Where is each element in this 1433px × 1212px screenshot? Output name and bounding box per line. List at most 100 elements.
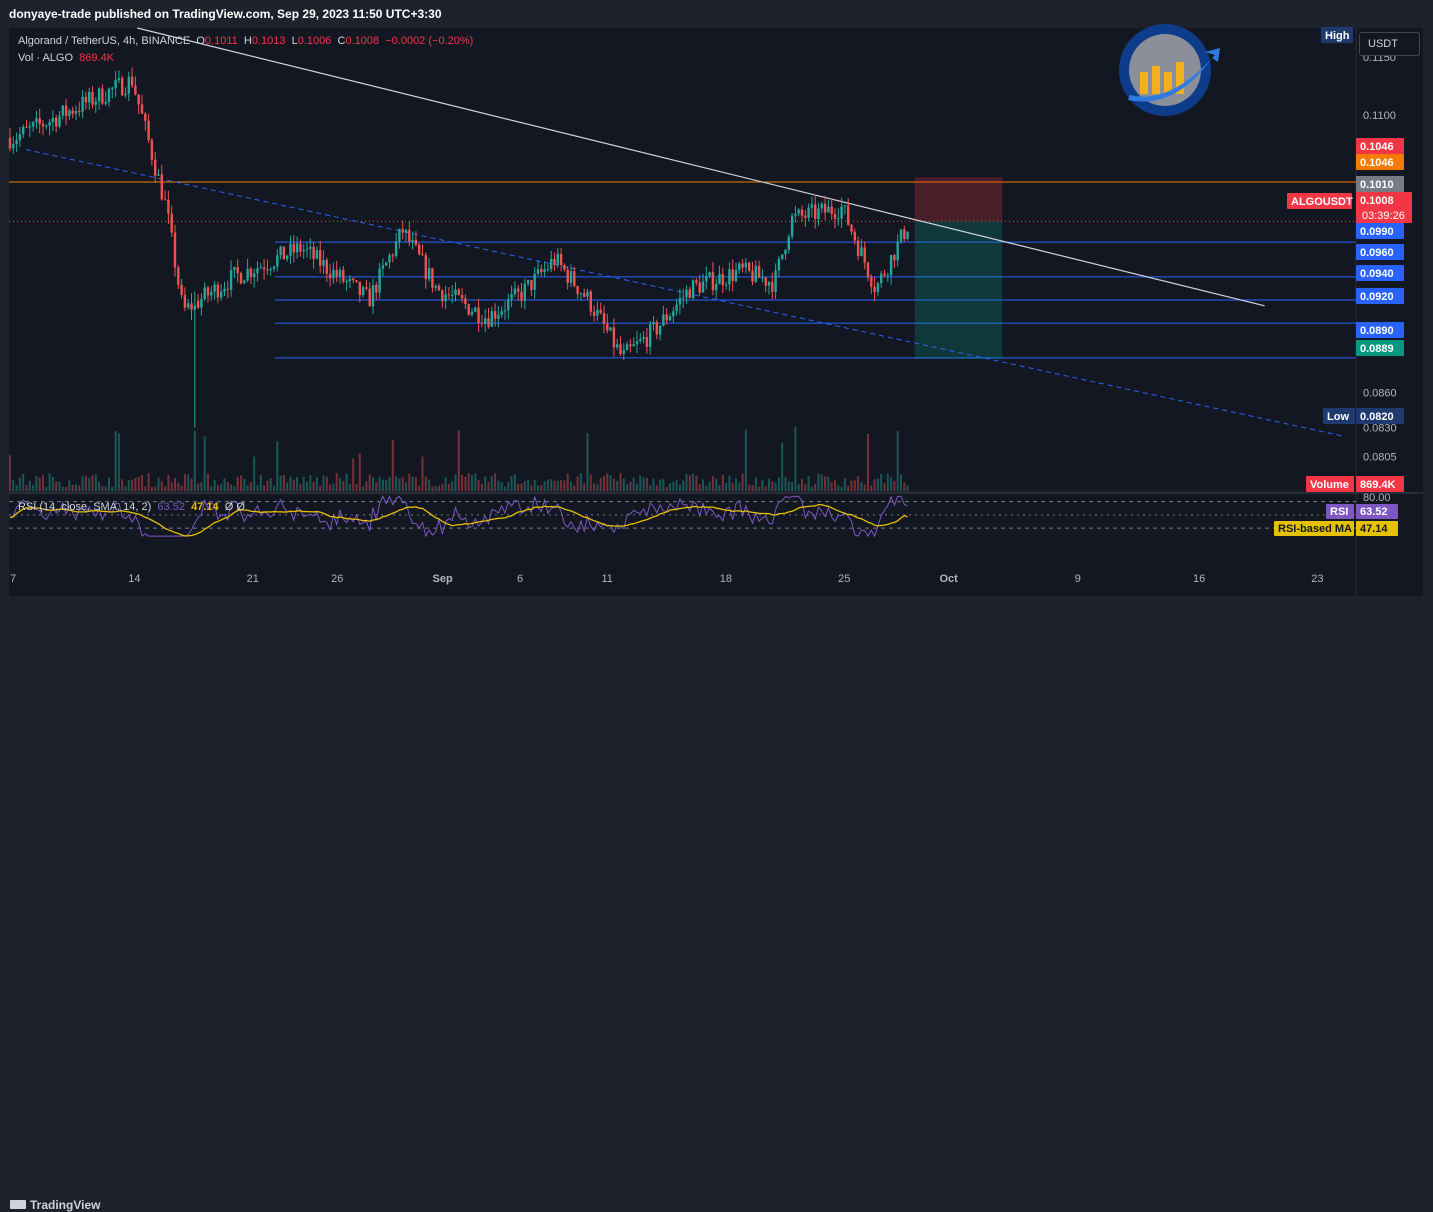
- price-label-badge: 0.1046: [1356, 154, 1404, 170]
- candle-body: [335, 269, 338, 277]
- candle-body: [81, 96, 84, 112]
- candle-body: [328, 273, 332, 279]
- volume-bar: [659, 479, 662, 491]
- candle-body: [203, 287, 206, 300]
- candle-body: [401, 228, 404, 233]
- volume-bar: [98, 481, 101, 491]
- candle-body: [622, 350, 625, 354]
- volume-bar: [570, 481, 572, 491]
- currency-button[interactable]: USDT: [1359, 32, 1420, 56]
- candle-body: [645, 337, 649, 347]
- candle-body: [196, 300, 200, 308]
- volume-bar: [395, 476, 398, 491]
- candle-body: [635, 341, 639, 345]
- rsi-label[interactable]: RSI (14, close, SMA, 14, 2): [18, 501, 151, 513]
- candle-body: [88, 92, 91, 103]
- chart-canvas[interactable]: 0.11500.11000.08600.08300.08050.078080.0…: [0, 0, 1433, 626]
- candle-body: [286, 255, 289, 260]
- volume-bar: [560, 480, 563, 491]
- volume-bar: [75, 484, 77, 491]
- candle-body: [718, 274, 721, 285]
- candle-body: [853, 231, 856, 241]
- candle-body: [856, 240, 860, 256]
- volume-bar: [801, 478, 803, 491]
- price-label-badge-text: 0.0940: [1360, 268, 1394, 280]
- volume-bar: [731, 483, 734, 491]
- volume-label[interactable]: Vol · ALGO: [18, 52, 73, 64]
- volume-bar: [484, 476, 487, 491]
- candle-body: [111, 87, 114, 89]
- volume-bar: [791, 481, 794, 491]
- candle-body: [375, 285, 378, 293]
- candle-body: [682, 297, 685, 299]
- candle-body: [794, 213, 797, 216]
- volume-bar: [804, 484, 807, 491]
- candle-body: [167, 199, 170, 214]
- candle-body: [583, 293, 586, 297]
- candle-body: [299, 243, 302, 252]
- tradingview-logo[interactable]: TradingView: [10, 1198, 100, 1212]
- volume-bar: [540, 484, 543, 491]
- price-label-badge: 0.0960: [1356, 244, 1404, 260]
- volume-bar: [385, 480, 388, 491]
- volume-bar: [685, 474, 688, 491]
- candle-body: [447, 294, 451, 296]
- volume-bar: [289, 476, 292, 491]
- candle-body: [358, 281, 361, 296]
- candle-body: [187, 303, 190, 308]
- candle-body: [500, 311, 503, 315]
- candle-body: [738, 263, 741, 271]
- volume-bar: [170, 482, 173, 491]
- candle-body: [609, 327, 612, 331]
- candle-body: [272, 266, 276, 269]
- candle-body: [31, 122, 35, 127]
- candle-body: [840, 206, 843, 219]
- volume-bar: [88, 477, 91, 491]
- volume-bar: [497, 480, 500, 491]
- candle-body: [823, 203, 827, 213]
- candle-body: [781, 254, 784, 259]
- candle-body: [302, 249, 305, 252]
- candle-body: [777, 258, 781, 271]
- symbol-title[interactable]: Algorand / TetherUS, 4h, BINANCE: [18, 35, 190, 47]
- tradingview-logo-icon: [10, 1200, 26, 1209]
- volume-bar: [263, 485, 266, 491]
- price-tick-label: 0.0805: [1363, 451, 1397, 463]
- candle-body: [421, 254, 424, 256]
- volume-bar: [431, 486, 434, 491]
- candle-body: [160, 174, 163, 200]
- volume-bar: [18, 477, 21, 491]
- candle-body: [411, 239, 414, 242]
- low-value: 0.1006: [297, 35, 332, 47]
- candle-body: [259, 267, 262, 269]
- volume-bar: [500, 482, 503, 491]
- volume-bar: [411, 476, 414, 491]
- volume-bar: [414, 477, 417, 491]
- volume-bar: [286, 482, 289, 491]
- logo-bar: [1152, 66, 1160, 94]
- volume-bar: [299, 484, 302, 491]
- tradingview-chart-window: donyaye-trade published on TradingView.c…: [0, 0, 1433, 1212]
- candle-body: [45, 125, 48, 127]
- candle-body: [408, 229, 411, 242]
- candle-body: [586, 291, 589, 297]
- candle-body: [672, 311, 675, 317]
- volume-bar: [474, 473, 477, 491]
- volume-bar: [447, 484, 450, 491]
- rsi-legend-value: 63.52: [157, 501, 185, 513]
- candle-body: [190, 303, 193, 310]
- candle-body: [546, 269, 550, 271]
- candle-body: [391, 255, 394, 257]
- volume-bar: [240, 475, 242, 491]
- volume-bar: [365, 481, 368, 491]
- volume-bar: [223, 478, 226, 491]
- time-tick-label: 16: [1193, 573, 1205, 585]
- volume-bar: [810, 486, 813, 491]
- volume-bar: [870, 485, 873, 491]
- volume-bar: [523, 481, 526, 491]
- take-profit-zone: [914, 221, 1003, 360]
- volume-bar: [355, 483, 358, 491]
- candle-body: [157, 174, 160, 176]
- volume-bar: [784, 477, 787, 491]
- candle-body: [342, 269, 345, 282]
